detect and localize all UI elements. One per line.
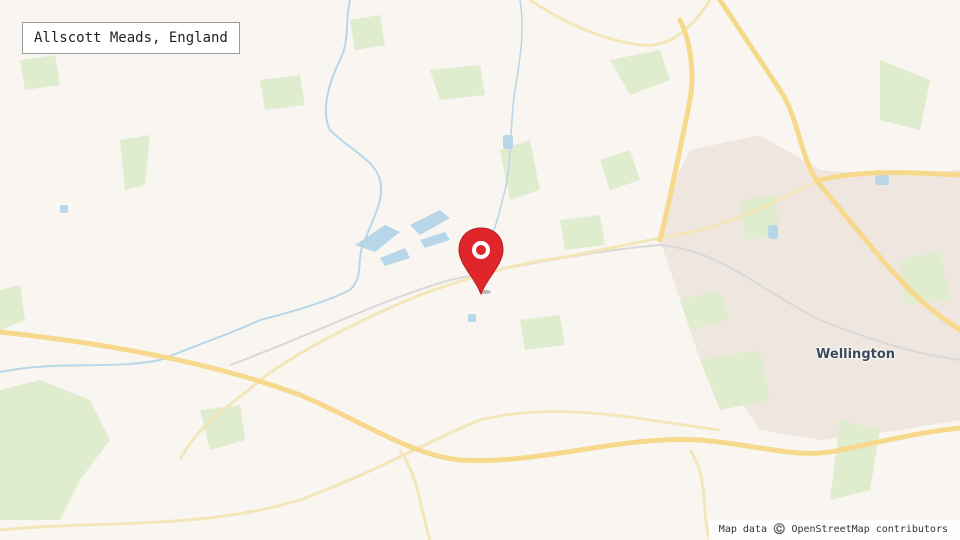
town-label-wellington: Wellington	[816, 347, 896, 362]
location-pin-icon[interactable]	[455, 226, 507, 296]
place-name-label: Allscott Meads, England	[22, 22, 240, 54]
map-attribution: Map data ©️ OpenStreetMap contributors	[708, 520, 960, 540]
map-view[interactable]: Allscott Meads, England Wellington Map d…	[0, 0, 960, 540]
